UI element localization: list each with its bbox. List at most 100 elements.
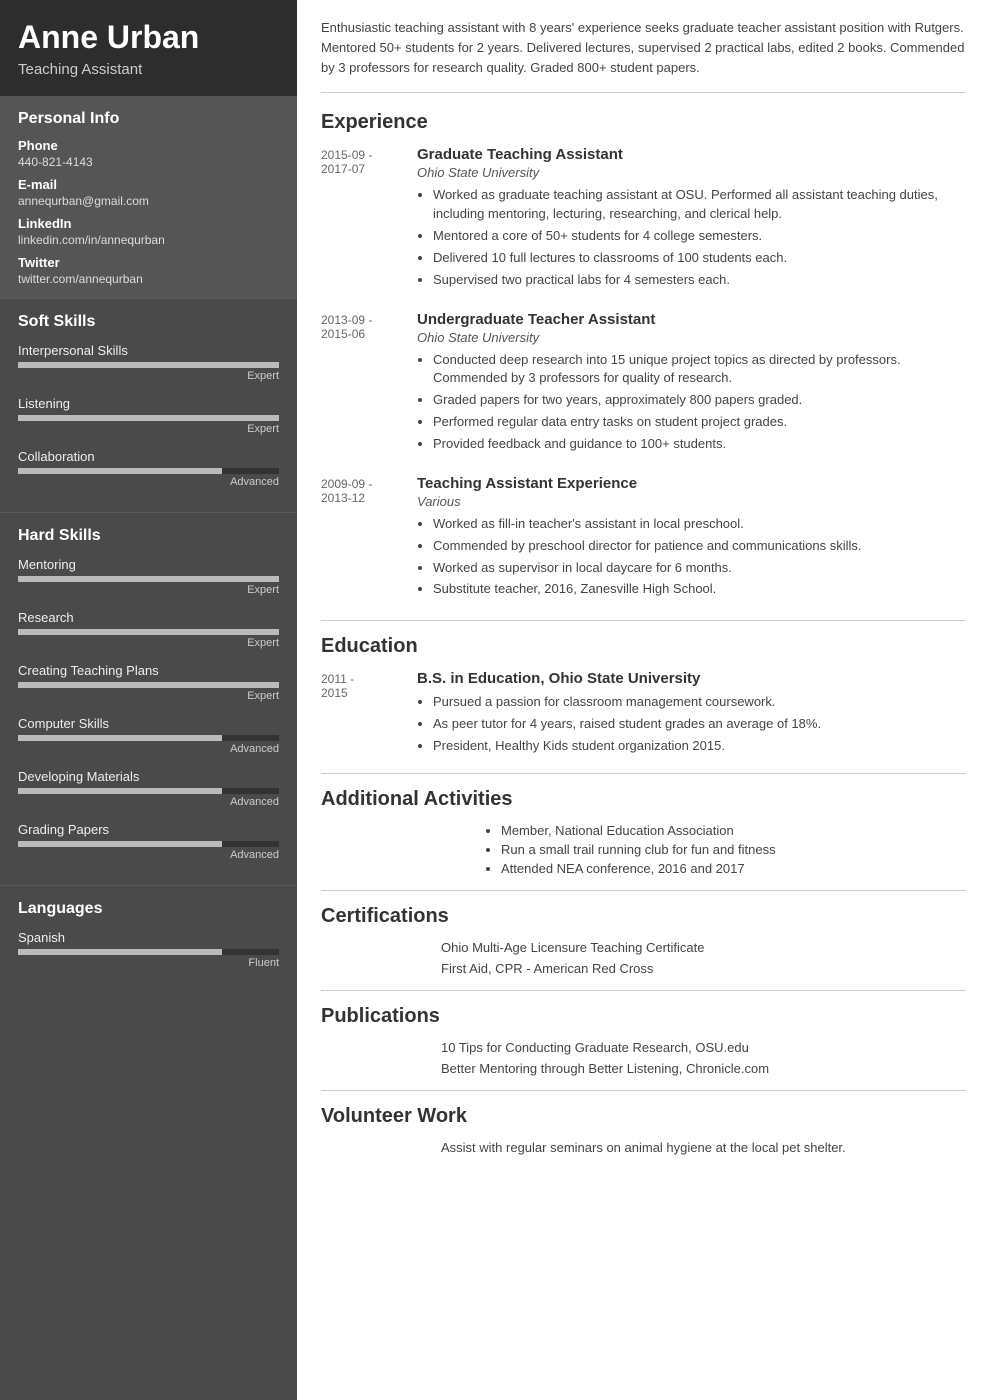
list-item: Member, National Education Association <box>501 823 966 838</box>
skill-level: Advanced <box>18 476 279 488</box>
edu-bullets: Pursued a passion for classroom manageme… <box>417 693 966 756</box>
soft-skills-list: Interpersonal SkillsExpertListeningExper… <box>18 343 279 488</box>
skill-item: Creating Teaching Plans Expert <box>18 663 279 702</box>
skill-name: Computer Skills <box>18 716 279 731</box>
skill-name: Grading Papers <box>18 822 279 837</box>
divider <box>321 890 966 891</box>
vol-item: Assist with regular seminars on animal h… <box>441 1140 966 1155</box>
list-item: President, Healthy Kids student organiza… <box>433 737 966 756</box>
skill-bar-fill <box>18 682 279 688</box>
education-block: 2011 -2015B.S. in Education, Ohio State … <box>321 670 966 759</box>
phone-label: Phone <box>18 138 279 153</box>
exp-bullets: Worked as fill-in teacher's assistant in… <box>417 515 966 599</box>
skill-bar-bg <box>18 841 279 847</box>
skill-bar-fill <box>18 362 279 368</box>
skill-name: Spanish <box>18 930 279 945</box>
divider <box>321 620 966 621</box>
candidate-title: Teaching Assistant <box>18 61 279 78</box>
exp-dates: 2013-09 -2015-06 <box>321 311 401 457</box>
cert-item: Ohio Multi-Age Licensure Teaching Certif… <box>441 940 966 955</box>
skill-item: Computer SkillsAdvanced <box>18 716 279 755</box>
skill-name: Research <box>18 610 279 625</box>
edu-degree: B.S. in Education, Ohio State University <box>417 670 966 687</box>
phone-value: 440-821-4143 <box>18 155 279 169</box>
skill-name: Creating Teaching Plans <box>18 663 279 678</box>
skill-bar-accent <box>222 949 279 955</box>
certifications-title: Certifications <box>321 905 966 928</box>
exp-job-title: Teaching Assistant Experience <box>417 475 966 492</box>
hard-skills-list: MentoringExpertResearchExpertCreating Te… <box>18 557 279 861</box>
skill-bar-fill <box>18 415 279 421</box>
languages-title: Languages <box>18 900 279 918</box>
skill-item: Developing Materials Advanced <box>18 769 279 808</box>
activities-title: Additional Activities <box>321 788 966 811</box>
skill-item: MentoringExpert <box>18 557 279 596</box>
linkedin-label: LinkedIn <box>18 216 279 231</box>
skill-bar-accent <box>222 788 279 794</box>
skill-name: Listening <box>18 396 279 411</box>
skill-bar-bg <box>18 629 279 635</box>
skill-bar-bg <box>18 682 279 688</box>
email-value: annequrban@gmail.com <box>18 194 279 208</box>
list-item: Worked as supervisor in local daycare fo… <box>433 559 966 578</box>
soft-skills-section: Soft Skills Interpersonal SkillsExpertLi… <box>0 298 297 512</box>
edu-content: B.S. in Education, Ohio State University… <box>417 670 966 759</box>
skill-bar-bg <box>18 468 279 474</box>
list-item: Conducted deep research into 15 unique p… <box>433 351 966 389</box>
skill-name: Collaboration <box>18 449 279 464</box>
skill-level: Advanced <box>18 849 279 861</box>
divider <box>321 773 966 774</box>
publications-section: Publications 10 Tips for Conducting Grad… <box>321 1005 966 1076</box>
skill-level: Expert <box>18 637 279 649</box>
skill-bar-fill <box>18 841 222 847</box>
skill-item: Research Expert <box>18 610 279 649</box>
certifications-list: Ohio Multi-Age Licensure Teaching Certif… <box>321 940 966 976</box>
sidebar: Anne Urban Teaching Assistant Personal I… <box>0 0 297 1400</box>
hard-skills-title: Hard Skills <box>18 527 279 545</box>
skill-bar-fill <box>18 949 222 955</box>
skill-bar-bg <box>18 735 279 741</box>
skill-bar-fill <box>18 576 279 582</box>
exp-company: Ohio State University <box>417 165 966 180</box>
pub-item: Better Mentoring through Better Listenin… <box>441 1061 966 1076</box>
candidate-name: Anne Urban <box>18 20 279 55</box>
twitter-value: twitter.com/annequrban <box>18 272 279 286</box>
experience-section: Experience 2015-09 -2017-07Graduate Teac… <box>321 111 966 602</box>
list-item: Worked as graduate teaching assistant at… <box>433 186 966 224</box>
hard-skills-section: Hard Skills MentoringExpert Research Exper… <box>0 512 297 885</box>
skill-item: Collaboration Advanced <box>18 449 279 488</box>
skill-level: Expert <box>18 584 279 596</box>
list-item: Graded papers for two years, approximate… <box>433 391 966 410</box>
skill-bar-accent <box>222 468 279 474</box>
list-item: Substitute teacher, 2016, Zanesville Hig… <box>433 580 966 599</box>
education-section: Education 2011 -2015B.S. in Education, O… <box>321 635 966 759</box>
edu-dates: 2011 -2015 <box>321 670 401 759</box>
skill-bar-bg <box>18 788 279 794</box>
experience-title: Experience <box>321 111 966 134</box>
skill-bar-bg <box>18 576 279 582</box>
skill-item: Listening Expert <box>18 396 279 435</box>
exp-bullets: Conducted deep research into 15 unique p… <box>417 351 966 454</box>
skill-bar-bg <box>18 362 279 368</box>
skill-bar-fill <box>18 735 222 741</box>
activities-list: Member, National Education AssociationRu… <box>321 823 966 876</box>
skill-bar-accent <box>222 735 279 741</box>
soft-skills-title: Soft Skills <box>18 313 279 331</box>
sidebar-header: Anne Urban Teaching Assistant <box>0 0 297 96</box>
education-list: 2011 -2015B.S. in Education, Ohio State … <box>321 670 966 759</box>
activities-section: Additional Activities Member, National E… <box>321 788 966 876</box>
experience-block: 2015-09 -2017-07Graduate Teaching Assist… <box>321 146 966 292</box>
publications-title: Publications <box>321 1005 966 1028</box>
languages-section: Languages SpanishFluent <box>0 885 297 993</box>
summary-text: Enthusiastic teaching assistant with 8 y… <box>321 18 966 93</box>
skill-name: Developing Materials <box>18 769 279 784</box>
skill-level: Expert <box>18 423 279 435</box>
list-item: As peer tutor for 4 years, raised studen… <box>433 715 966 734</box>
skill-level: Expert <box>18 690 279 702</box>
skill-bar-bg <box>18 415 279 421</box>
volunteer-title: Volunteer Work <box>321 1105 966 1128</box>
pub-item: 10 Tips for Conducting Graduate Research… <box>441 1040 966 1055</box>
exp-company: Ohio State University <box>417 330 966 345</box>
experience-block: 2009-09 -2013-12Teaching Assistant Exper… <box>321 475 966 602</box>
skill-level: Advanced <box>18 796 279 808</box>
